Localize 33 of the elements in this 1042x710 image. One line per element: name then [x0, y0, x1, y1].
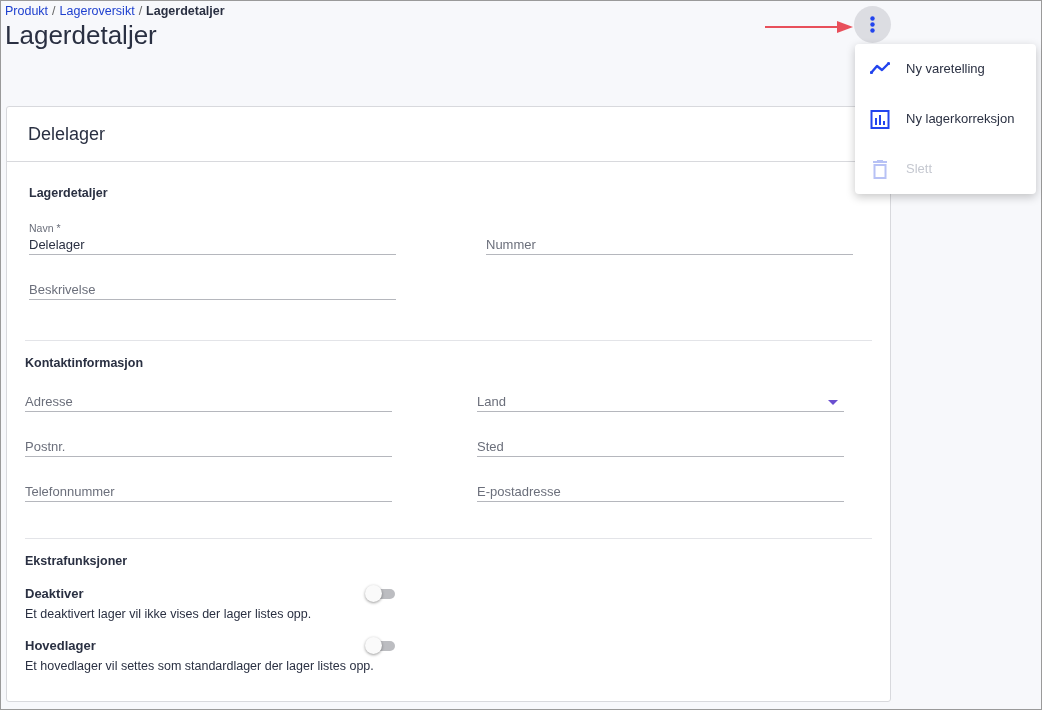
- more-options-button[interactable]: [854, 6, 891, 43]
- input-field[interactable]: Sted: [477, 436, 844, 457]
- bar-chart-icon: [870, 109, 890, 129]
- page-title: Lagerdetaljer: [5, 19, 157, 51]
- section-heading: Ekstrafunksjoner: [25, 554, 128, 568]
- toggle-description: Et deaktivert lager vil ikke vises der lager listes opp.: [25, 607, 312, 621]
- kebab-menu-icon: [870, 16, 875, 33]
- breadcrumb-separator: /: [138, 4, 143, 18]
- toggle-label: Deaktiver: [25, 585, 84, 603]
- input-field[interactable]: Telefonnummer: [25, 481, 392, 502]
- toggle-switch[interactable]: [365, 637, 395, 655]
- input-field[interactable]: E-postadresse: [477, 481, 844, 502]
- input-field[interactable]: Adresse: [25, 391, 392, 412]
- input-field[interactable]: Delelager: [29, 234, 396, 255]
- card-title: Delelager: [28, 122, 106, 146]
- toggle-switch[interactable]: [365, 585, 395, 603]
- breadcrumb-separator: /: [52, 4, 56, 18]
- input-field[interactable]: Nummer: [486, 234, 853, 255]
- breadcrumb-current: Lagerdetaljer: [146, 4, 225, 18]
- breadcrumb-link[interactable]: Produkt: [5, 4, 49, 18]
- menu-item[interactable]: Ny lagerkorreksjon: [855, 94, 1036, 144]
- dropdown-caret-icon: [828, 400, 838, 405]
- breadcrumb-link[interactable]: Lageroversikt: [59, 4, 135, 18]
- menu-item[interactable]: Ny varetelling: [855, 44, 1036, 94]
- toggle-description: Et hovedlager vil settes som standardlager der lager listes opp.: [25, 659, 374, 673]
- input-field[interactable]: Beskrivelse: [29, 279, 396, 300]
- toggle-label: Hovedlager: [25, 637, 96, 655]
- input-field[interactable]: Postnr.: [25, 436, 392, 457]
- section-heading: Kontaktinformasjon: [25, 356, 144, 370]
- trash-icon: [870, 159, 890, 179]
- section-heading: Lagerdetaljer: [29, 186, 108, 200]
- field-label: Navn *: [29, 222, 61, 234]
- select-field[interactable]: Land: [477, 391, 844, 412]
